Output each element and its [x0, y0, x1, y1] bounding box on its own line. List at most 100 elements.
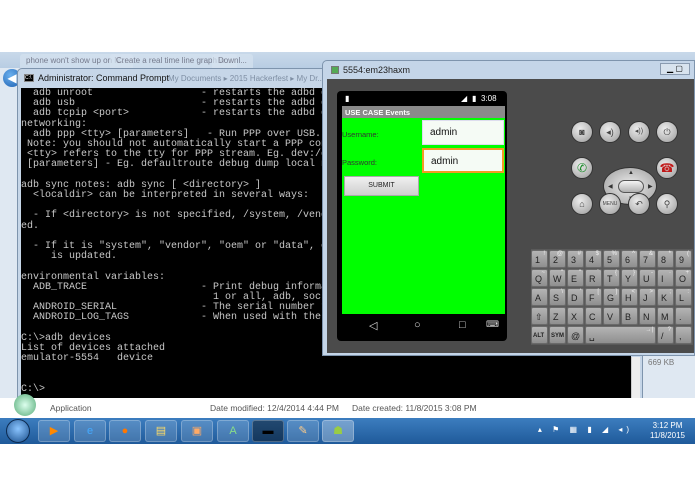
key-9[interactable]: 9(	[675, 250, 692, 268]
minimize-button[interactable]: ▁ ▢	[660, 63, 690, 75]
dpad-right-icon[interactable]: ▶	[648, 183, 653, 190]
key-label: 1	[535, 255, 541, 265]
window-title: Administrator: Command Prompt	[38, 73, 170, 83]
paint-icon[interactable]: ✎	[287, 420, 319, 442]
key-E[interactable]: E "	[567, 269, 584, 287]
key-B[interactable]: B	[621, 307, 638, 325]
file-explorer-icon[interactable]: ▤	[145, 420, 177, 442]
firefox-icon[interactable]: ●	[109, 420, 141, 442]
power-icon[interactable]: ⏻	[656, 121, 678, 143]
key-SYM[interactable]: SYM	[549, 326, 566, 344]
key-.[interactable]: .	[675, 307, 692, 325]
key-6[interactable]: 6 ^	[621, 250, 638, 268]
key-D[interactable]: D '	[567, 288, 584, 306]
key-X[interactable]: X	[567, 307, 584, 325]
key-Y[interactable]: Y}	[621, 269, 638, 287]
key-L[interactable]: L:	[675, 288, 692, 306]
app-title-bar: USE CASE Events	[342, 106, 505, 118]
home-icon[interactable]: ○	[414, 319, 421, 331]
search-icon[interactable]: ⚲	[656, 193, 678, 215]
key-H[interactable]: H <	[621, 288, 638, 306]
recents-icon[interactable]: □	[459, 319, 466, 331]
breadcrumb[interactable]: My Documents ▸ 2015 Hackerfest ▸ My Dr..…	[168, 74, 324, 83]
password-input[interactable]: admin	[422, 148, 504, 173]
key-W[interactable]: W "	[549, 269, 566, 287]
system-tray[interactable]: ▴ ⚑ ▦ ▮ ◢ ◂)	[538, 425, 633, 434]
key-,[interactable]: ,	[675, 326, 692, 344]
key-G[interactable]: G]	[603, 288, 620, 306]
key-5[interactable]: 5%	[603, 250, 620, 268]
key-alt-label: +	[685, 270, 689, 276]
key-M[interactable]: M	[657, 307, 674, 325]
key-O[interactable]: O +	[675, 269, 692, 287]
key-Q[interactable]: Q ~	[531, 269, 548, 287]
key-label: V	[607, 312, 614, 322]
key-S[interactable]: S \	[549, 288, 566, 306]
emulator-window[interactable]: 5554:em23haxm ▁ ▢ ▮ ◢ ▮ 3:08 USE CASE Ev…	[322, 60, 695, 356]
key-label: 8	[661, 255, 667, 265]
android-studio-icon[interactable]: A	[217, 420, 249, 442]
key-label: /	[661, 331, 664, 341]
key-U[interactable]: U-	[639, 269, 656, 287]
camera-icon[interactable]: ◙	[571, 121, 593, 143]
key-alt-label: \	[561, 289, 563, 295]
emulator-body: ▮ ◢ ▮ 3:08 USE CASE Events Username: adm…	[327, 79, 694, 353]
end-call-icon[interactable]: ☎	[656, 157, 678, 179]
key-V[interactable]: V	[603, 307, 620, 325]
key-R[interactable]: R `	[585, 269, 602, 287]
username-input[interactable]: admin	[422, 120, 504, 145]
volume-up-icon[interactable]: ◂))	[628, 121, 650, 143]
key-/[interactable]: /?	[657, 326, 674, 344]
start-button[interactable]	[6, 419, 30, 443]
key-F[interactable]: F[	[585, 288, 602, 306]
key-ALT[interactable]: ALT	[531, 326, 548, 344]
installer-icon[interactable]: ▣	[181, 420, 213, 442]
key-2[interactable]: 2 @	[549, 250, 566, 268]
back-icon[interactable]: ↶	[628, 193, 650, 215]
key-alt-label: {	[614, 270, 617, 276]
key-7[interactable]: 7 &	[639, 250, 656, 268]
taskbar-clock[interactable]: 3:12 PM 11/8/2015	[650, 421, 685, 441]
browser-tab[interactable]: Downl...	[212, 54, 253, 68]
android-emulator-icon[interactable]: ☗	[322, 420, 354, 442]
key-⇧[interactable]: ⇧	[531, 307, 548, 325]
key-4[interactable]: 4 $	[585, 250, 602, 268]
key-3[interactable]: 3 #	[567, 250, 584, 268]
key-@[interactable]: @	[567, 326, 584, 344]
key-1[interactable]: 1!	[531, 250, 548, 268]
volume-down-icon[interactable]: ◂)	[599, 121, 621, 143]
command-prompt-icon[interactable]: ▬	[252, 420, 284, 442]
key-C[interactable]: C	[585, 307, 602, 325]
dpad-center-button[interactable]	[618, 180, 644, 193]
key-space[interactable]: ␣ →|	[585, 326, 656, 344]
key-label: F	[589, 293, 595, 303]
key-label: ALT	[533, 333, 545, 339]
call-icon[interactable]: ✆	[571, 157, 593, 179]
application-icon	[14, 394, 36, 416]
back-icon[interactable]: ◁	[369, 319, 377, 332]
key-A[interactable]: A	[531, 288, 548, 306]
keyboard-icon[interactable]: ⌨	[486, 319, 499, 330]
key-8[interactable]: 8 *	[657, 250, 674, 268]
key-I[interactable]: I ·	[657, 269, 674, 287]
key-N[interactable]: N	[639, 307, 656, 325]
menu-button[interactable]: MENU	[599, 193, 621, 215]
key-K[interactable]: K;	[657, 288, 674, 306]
status-bar: ▮ ◢ ▮ 3:08	[337, 91, 507, 106]
key-label: 4	[589, 255, 595, 265]
key-T[interactable]: T{	[603, 269, 620, 287]
key-label: SYM	[551, 333, 565, 339]
internet-explorer-icon[interactable]: e	[74, 420, 106, 442]
home-icon[interactable]: ⌂	[571, 193, 593, 215]
key-alt-label: ·	[669, 270, 671, 276]
dpad-up-icon[interactable]: ▲	[628, 170, 634, 176]
key-J[interactable]: J >	[639, 288, 656, 306]
key-Z[interactable]: Z	[549, 307, 566, 325]
scrollbar[interactable]	[631, 357, 640, 398]
submit-button[interactable]: SUBMIT	[344, 176, 419, 196]
dpad-left-icon[interactable]: ◀	[608, 183, 613, 190]
phone-screen[interactable]: ▮ ◢ ▮ 3:08 USE CASE Events Username: adm…	[337, 91, 507, 341]
key-label: ,	[679, 331, 682, 341]
media-player-icon[interactable]: ▶	[38, 420, 70, 442]
taskbar: ▶ e ● ▤ ▣ A ▬ ✎ ☗ ▴ ⚑ ▦ ▮ ◢ ◂) 3:12 PM 11…	[0, 418, 695, 444]
